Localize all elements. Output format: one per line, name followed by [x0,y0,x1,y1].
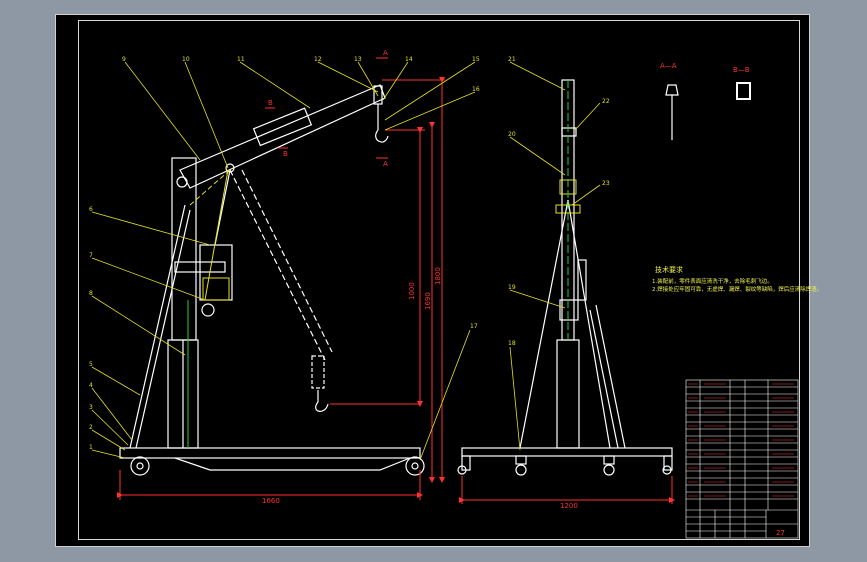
front-mast-lower [556,339,580,449]
tech-title: 技术要求 [655,265,683,274]
bill-of-materials-table [685,379,799,539]
callout-11: 11 [237,56,245,63]
section-view-b-title: B—B [733,66,750,74]
base-underside [174,457,411,471]
front-view [457,79,673,476]
hook [375,104,389,143]
leg-brace [129,204,186,449]
cad-drawing: A A B B 1660 1000 1690 1800 1200 A—A B—B… [89,49,822,539]
section-b-mark-top: B [268,99,273,107]
dim-height-1: 1000 [408,282,416,300]
dim-width-right: 1200 [560,502,578,510]
lowered-hook [315,390,329,412]
callout-13: 13 [354,56,362,63]
section-a-mark-bottom: A [383,160,388,168]
section-b-mark-bottom: B [283,150,288,158]
front-view-dimensions [459,476,675,504]
callout-numbers: 1 2 3 4 5 8 7 6 9 10 11 12 13 14 15 16 1… [89,56,610,451]
section-views: A—A B—B [660,62,751,140]
dim-height-2: 1690 [424,292,432,310]
base-beam [119,447,421,459]
tech-line-1: 1.装配前，零件表面应清洗干净，去除毛刺飞边。 [652,277,773,285]
title-block-number: 27 [776,529,785,537]
callout-9: 9 [122,56,126,63]
side-view-highlights [187,169,231,448]
front-wheel [130,456,150,476]
callout-12: 12 [314,56,322,63]
callout-5: 5 [89,361,93,368]
callout-18: 18 [508,340,516,347]
callout-2: 2 [89,424,93,431]
callout-21: 21 [508,56,516,63]
front-leg-left [519,199,569,449]
callout-16: 16 [472,86,480,93]
front-base [461,447,673,457]
callout-23: 23 [602,180,610,187]
technical-requirements: 技术要求 1.装配前，零件表面应清洗干净，去除毛刺飞边。 2.焊接处应牢固可靠，… [652,265,822,293]
section-view-a-title: A—A [660,62,677,70]
callout-4: 4 [89,382,93,389]
callout-19: 19 [508,284,516,291]
callout-6: 6 [89,206,93,213]
section-a-mark-top: A [383,49,388,57]
tech-line-2: 2.焊接处应牢固可靠，无虚焊、漏焊、裂纹等缺陷，焊后应清除焊渣。 [652,285,822,293]
side-view [119,84,425,476]
callout-7: 7 [89,252,93,259]
callout-8: 8 [89,290,93,297]
dim-width-left: 1660 [262,497,280,505]
callout-22: 22 [602,98,610,105]
section-b-shape [736,82,751,100]
callout-20: 20 [508,131,516,138]
lowered-boom-outline [229,169,326,361]
callout-3: 3 [89,404,93,411]
section-a-shape [665,84,679,96]
dim-height-3: 1800 [434,267,442,285]
callout-10: 10 [182,56,190,63]
callout-17: 17 [470,323,478,330]
callout-1: 1 [89,444,93,451]
callout-14: 14 [405,56,413,63]
rear-wheel [405,456,425,476]
callout-15: 15 [472,56,480,63]
